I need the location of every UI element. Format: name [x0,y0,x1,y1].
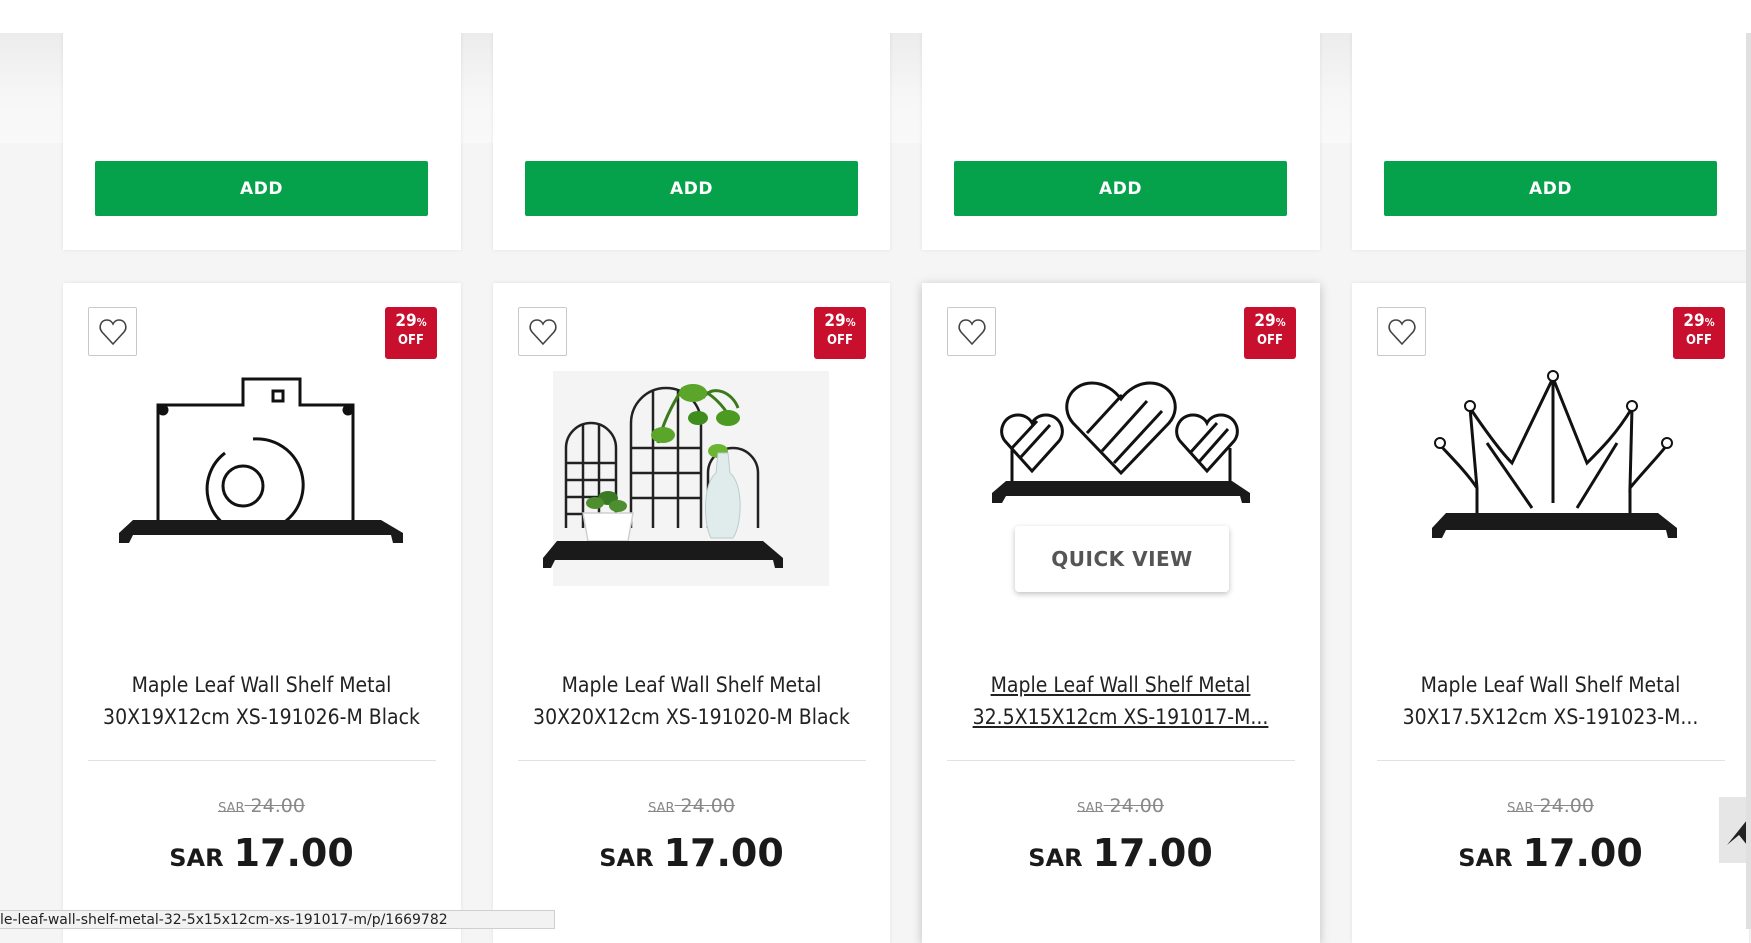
divider [947,760,1295,761]
status-bar-url: le-leaf-wall-shelf-metal-32-5x15x12cm-xs… [0,910,555,929]
wishlist-button[interactable] [518,307,567,356]
product-card[interactable]: 29% OFF Maple Leaf Wall Shelf Metal 30X2… [493,283,890,943]
product-card[interactable]: 29% OFF QUICK VIEW Maple Leaf Wall Shelf… [922,283,1320,943]
product-card-top-1: ADD [63,20,461,250]
add-button[interactable]: ADD [95,161,428,216]
old-price: SAR 24.00 [1077,795,1164,817]
heart-icon [957,318,986,345]
heart-icon [1387,318,1416,345]
heart-icon [528,318,557,345]
camera-shelf-image [119,377,403,543]
crown-shelf-image [1432,370,1677,538]
divider [1377,760,1725,761]
price: SAR 17.00 [169,831,354,875]
discount-badge: 29% OFF [814,307,866,359]
heart-icon [98,318,127,345]
price: SAR 17.00 [1458,831,1643,875]
product-title[interactable]: Maple Leaf Wall Shelf Metal 30X19X12cm X… [83,669,440,733]
product-card-top-4: ADD [1352,20,1749,250]
old-price: SAR 24.00 [648,795,735,817]
add-button[interactable]: ADD [1384,161,1717,216]
wishlist-button[interactable] [88,307,137,356]
discount-badge: 29% OFF [1673,307,1725,359]
old-price: SAR 24.00 [1507,795,1594,817]
add-button[interactable]: ADD [525,161,858,216]
divider [518,760,866,761]
product-title[interactable]: Maple Leaf Wall Shelf Metal 30X20X12cm X… [513,669,870,733]
scrollbar[interactable] [1746,33,1751,929]
product-card[interactable]: 29% OFF Maple Leaf Wall Shelf Metal 30X1… [1352,283,1749,943]
wishlist-button[interactable] [947,307,996,356]
old-price: SAR 24.00 [218,795,305,817]
product-card[interactable]: 29% OFF Maple Leaf Wall Shelf Metal 30X1… [63,283,461,943]
top-bar [0,0,1751,33]
product-card-top-2: ADD [493,20,890,250]
wishlist-button[interactable] [1377,307,1426,356]
price: SAR 17.00 [599,831,784,875]
price: SAR 17.00 [1028,831,1213,875]
discount-badge: 29% OFF [1244,307,1296,359]
grid-arch-shelf-image [543,371,829,586]
discount-badge: 29% OFF [385,307,437,359]
product-title[interactable]: Maple Leaf Wall Shelf Metal 30X17.5X12cm… [1372,669,1729,733]
quick-view-button[interactable]: QUICK VIEW [1015,526,1229,592]
divider [88,760,436,761]
product-title[interactable]: Maple Leaf Wall Shelf Metal 32.5X15X12cm… [942,669,1299,733]
add-button[interactable]: ADD [954,161,1287,216]
product-card-top-3: ADD [922,20,1320,250]
